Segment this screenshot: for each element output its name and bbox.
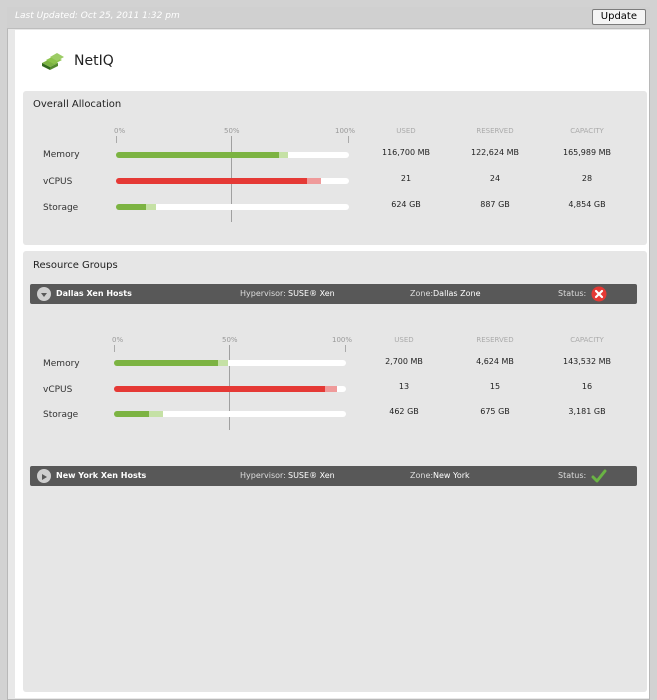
status-label: Status: bbox=[558, 289, 587, 298]
hypervisor-value: SUSE® Xen bbox=[288, 471, 335, 480]
row-label: Memory bbox=[43, 150, 80, 160]
overall-allocation-title: Overall Allocation bbox=[33, 99, 122, 110]
reserved-value: 24 bbox=[489, 174, 501, 183]
row-label: Memory bbox=[43, 359, 80, 369]
allocation-bar bbox=[114, 411, 346, 417]
hypervisor-value: SUSE® Xen bbox=[288, 289, 335, 298]
reserved-value: 15 bbox=[489, 382, 501, 391]
zone-value: New York bbox=[433, 471, 470, 480]
netiq-logo-icon bbox=[42, 53, 64, 70]
zone-label: Zone: bbox=[410, 471, 434, 480]
col-reserved: RESERVED bbox=[476, 336, 514, 344]
used-fill bbox=[114, 360, 219, 366]
tick-100: 100% bbox=[335, 127, 356, 135]
status-label: Status: bbox=[558, 471, 587, 480]
resource-groups-title: Resource Groups bbox=[33, 260, 118, 271]
capacity-value: 16 bbox=[581, 382, 593, 391]
tick-50: 50% bbox=[222, 336, 238, 344]
zone-label: Zone: bbox=[410, 289, 434, 298]
capacity-value: 28 bbox=[581, 174, 593, 183]
allocation-bar bbox=[114, 386, 346, 392]
tick-0: 0% bbox=[114, 127, 126, 135]
tick-100: 100% bbox=[332, 336, 353, 344]
capacity-value: 4,854 GB bbox=[568, 200, 606, 209]
error-icon bbox=[591, 286, 607, 302]
used-value: 624 GB bbox=[391, 200, 421, 209]
reserved-value: 675 GB bbox=[480, 407, 510, 416]
col-capacity: CAPACITY bbox=[570, 127, 604, 135]
reserved-value: 4,624 MB bbox=[476, 357, 514, 366]
capacity-value: 165,989 MB bbox=[562, 148, 611, 157]
row-label: vCPUS bbox=[43, 177, 73, 187]
top-bar: Last Updated: Oct 25, 2011 1:32 pm Updat… bbox=[7, 7, 650, 29]
group-header-new-york[interactable]: New York Xen Hosts Hypervisor: SUSE® Xen… bbox=[30, 466, 637, 486]
used-value: 462 GB bbox=[389, 407, 419, 416]
allocation-bar bbox=[116, 152, 349, 158]
tickmark-100 bbox=[345, 345, 346, 352]
used-fill bbox=[114, 386, 326, 392]
brand-name: NetIQ bbox=[74, 53, 114, 69]
group-name: Dallas Xen Hosts bbox=[56, 289, 132, 298]
used-fill bbox=[114, 411, 149, 417]
tickmark-100 bbox=[348, 136, 349, 143]
allocation-bar bbox=[114, 360, 346, 366]
allocation-bar bbox=[116, 178, 349, 184]
brand: NetIQ bbox=[40, 51, 114, 71]
col-used: USED bbox=[396, 127, 416, 135]
tick-50: 50% bbox=[224, 127, 240, 135]
row-label: Storage bbox=[43, 203, 79, 213]
overall-allocation-panel bbox=[23, 91, 647, 245]
allocation-bar bbox=[116, 204, 349, 210]
row-label: vCPUS bbox=[43, 385, 73, 395]
col-reserved: RESERVED bbox=[476, 127, 514, 135]
used-fill bbox=[116, 204, 147, 210]
chevron-right-icon[interactable] bbox=[37, 469, 51, 483]
tick-0: 0% bbox=[112, 336, 124, 344]
reserved-value: 887 GB bbox=[480, 200, 510, 209]
last-updated-text: Last Updated: Oct 25, 2011 1:32 pm bbox=[15, 11, 180, 21]
check-icon bbox=[591, 469, 607, 483]
tickmark-0 bbox=[114, 345, 115, 352]
capacity-value: 143,532 MB bbox=[562, 357, 611, 366]
zone-value: Dallas Zone bbox=[433, 289, 481, 298]
used-value: 2,700 MB bbox=[385, 357, 423, 366]
col-used: USED bbox=[394, 336, 414, 344]
chevron-down-icon[interactable] bbox=[37, 287, 51, 301]
hypervisor-label: Hypervisor: bbox=[240, 289, 286, 298]
group-name: New York Xen Hosts bbox=[56, 471, 147, 480]
used-fill bbox=[116, 152, 280, 158]
tickmark-0 bbox=[116, 136, 117, 143]
used-value: 21 bbox=[400, 174, 412, 183]
group-header-dallas[interactable]: Dallas Xen Hosts Hypervisor: SUSE® Xen Z… bbox=[30, 284, 637, 304]
used-value: 13 bbox=[398, 382, 410, 391]
capacity-value: 3,181 GB bbox=[568, 407, 606, 416]
used-fill bbox=[116, 178, 308, 184]
update-button[interactable]: Update bbox=[591, 9, 646, 25]
row-label: Storage bbox=[43, 410, 79, 420]
col-capacity: CAPACITY bbox=[570, 336, 604, 344]
hypervisor-label: Hypervisor: bbox=[240, 471, 286, 480]
reserved-value: 122,624 MB bbox=[470, 148, 519, 157]
used-value: 116,700 MB bbox=[381, 148, 430, 157]
